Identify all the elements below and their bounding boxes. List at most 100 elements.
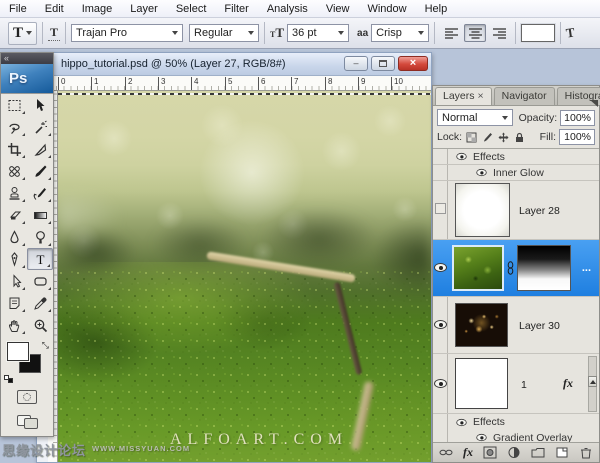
layer-name[interactable]: Layer 30 — [519, 320, 560, 332]
foreground-color-swatch[interactable] — [7, 342, 29, 361]
healing-brush-tool[interactable] — [1, 160, 27, 182]
pen-tool[interactable] — [1, 248, 27, 270]
visibility-eye-icon[interactable] — [476, 433, 487, 442]
eraser-tool[interactable] — [1, 204, 27, 226]
visibility-eye-icon[interactable] — [476, 168, 487, 177]
font-size-select[interactable]: 36 pt — [287, 24, 350, 42]
panel-grip-icon[interactable] — [590, 100, 598, 107]
minimize-button[interactable]: – — [344, 56, 368, 71]
menu-help[interactable]: Help — [416, 3, 457, 15]
lock-all-icon[interactable] — [514, 132, 525, 143]
horizontal-ruler[interactable]: 0 1 2 3 4 5 6 7 8 9 10 — [48, 76, 431, 91]
layer-row-30[interactable]: Layer 30 — [433, 297, 599, 354]
new-group-icon[interactable] — [531, 446, 545, 459]
close-button[interactable]: × — [398, 56, 428, 71]
layer-thumbnail[interactable] — [455, 183, 510, 237]
menu-analysis[interactable]: Analysis — [258, 3, 317, 15]
link-mask-icon[interactable] — [507, 261, 514, 275]
layer-style-fx-badge[interactable]: fx — [563, 376, 573, 391]
lock-pixels-icon[interactable] — [482, 132, 493, 143]
visibility-toggle-empty[interactable] — [435, 203, 446, 214]
default-colors-icon[interactable] — [4, 375, 13, 383]
menu-image[interactable]: Image — [73, 3, 122, 15]
swap-colors-icon[interactable]: ⤡ — [42, 340, 49, 351]
visibility-eye-icon[interactable] — [434, 320, 447, 329]
layer-name[interactable]: Layer 28 — [519, 205, 560, 217]
maximize-button[interactable] — [371, 56, 395, 71]
gradient-tool[interactable] — [27, 204, 53, 226]
text-color-swatch[interactable] — [521, 24, 556, 42]
effects-row[interactable]: Effects — [433, 149, 599, 165]
new-adjustment-layer-icon[interactable] — [507, 446, 521, 459]
fill-input[interactable]: 100% — [559, 129, 595, 145]
menu-filter[interactable]: Filter — [215, 3, 257, 15]
align-right-button[interactable] — [488, 24, 510, 42]
blend-mode-select[interactable]: Normal — [437, 109, 513, 126]
add-layer-mask-icon[interactable] — [483, 446, 497, 459]
scroll-up-button[interactable] — [588, 376, 597, 387]
text-orientation-toggle[interactable]: T — [48, 25, 61, 41]
type-tool[interactable]: T — [27, 248, 53, 270]
delete-layer-icon[interactable] — [579, 446, 593, 459]
document-title-bar[interactable]: hippo_tutorial.psd @ 50% (Layer 27, RGB/… — [37, 53, 431, 76]
shape-tool[interactable] — [27, 270, 53, 292]
quick-mask-mode-button[interactable] — [1, 386, 53, 408]
align-center-button[interactable] — [464, 24, 487, 42]
eyedropper-tool[interactable] — [27, 292, 53, 314]
tool-preset-picker[interactable]: T — [8, 21, 38, 45]
align-left-button[interactable] — [440, 24, 462, 42]
inner-glow-row[interactable]: Inner Glow — [433, 165, 599, 181]
effects-row[interactable]: Effects — [433, 414, 599, 430]
hand-tool[interactable] — [1, 314, 27, 336]
tab-navigator[interactable]: Navigator — [493, 87, 555, 105]
menu-edit[interactable]: Edit — [36, 3, 73, 15]
blur-tool[interactable] — [1, 226, 27, 248]
lock-position-icon[interactable] — [498, 132, 509, 143]
font-style-select[interactable]: Regular — [189, 24, 260, 42]
toolbox-header[interactable]: « — [1, 53, 53, 64]
gradient-overlay-row[interactable]: Gradient Overlay — [433, 430, 599, 442]
menu-select[interactable]: Select — [167, 3, 216, 15]
move-tool[interactable] — [27, 94, 53, 116]
zoom-tool[interactable] — [27, 314, 53, 336]
dodge-tool[interactable] — [27, 226, 53, 248]
magic-wand-tool[interactable] — [27, 116, 53, 138]
crop-tool[interactable] — [1, 138, 27, 160]
layer-row-selected[interactable]: ... — [433, 240, 599, 297]
warp-text-button[interactable]: T — [565, 24, 576, 41]
layer-row-28[interactable]: Layer 28 — [433, 181, 599, 240]
canvas[interactable] — [58, 91, 431, 462]
path-selection-tool[interactable] — [1, 270, 27, 292]
anti-alias-select[interactable]: Crisp — [371, 24, 430, 42]
menu-window[interactable]: Window — [358, 3, 415, 15]
screen-mode-button[interactable] — [1, 408, 53, 432]
menu-view[interactable]: View — [317, 3, 359, 15]
rectangular-marquee-tool[interactable] — [1, 94, 27, 116]
visibility-eye-icon[interactable] — [434, 379, 447, 388]
visibility-eye-icon[interactable] — [434, 263, 447, 272]
brush-tool[interactable] — [27, 160, 53, 182]
history-brush-tool[interactable] — [27, 182, 53, 204]
menu-file[interactable]: File — [0, 3, 36, 15]
new-layer-icon[interactable] — [555, 446, 569, 459]
layer-name[interactable]: 1 — [521, 379, 527, 391]
add-layer-style-icon[interactable]: fx — [463, 445, 473, 460]
slice-tool[interactable] — [27, 138, 53, 160]
layer-mask-thumbnail[interactable] — [517, 245, 571, 291]
notes-tool[interactable] — [1, 292, 27, 314]
clone-stamp-tool[interactable] — [1, 182, 27, 204]
visibility-eye-icon[interactable] — [456, 418, 467, 426]
opacity-input[interactable]: 100% — [560, 109, 595, 126]
layer-thumbnail[interactable] — [455, 303, 508, 347]
menu-layer[interactable]: Layer — [121, 3, 167, 15]
layer-thumbnail[interactable] — [455, 358, 508, 409]
layer-thumbnail[interactable] — [452, 245, 504, 291]
lasso-tool[interactable] — [1, 116, 27, 138]
link-layers-icon[interactable] — [439, 446, 453, 459]
close-tab-icon[interactable]: × — [478, 90, 484, 102]
tab-layers[interactable]: Layers × — [435, 87, 492, 105]
font-family-select[interactable]: Trajan Pro — [71, 24, 184, 42]
lock-transparency-icon[interactable] — [466, 132, 477, 143]
layer-row-1[interactable]: 1 fx — [433, 354, 599, 414]
visibility-eye-icon[interactable] — [456, 152, 467, 161]
